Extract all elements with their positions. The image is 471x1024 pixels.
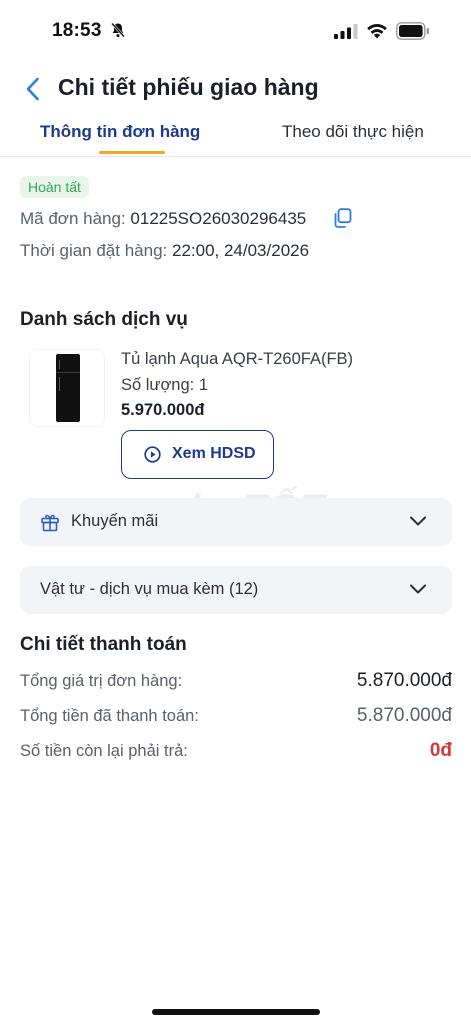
payment-section-title: Chi tiết thanh toán: [20, 634, 187, 655]
product-image: [29, 349, 105, 427]
payment-amount: 5.870.000đ: [356, 705, 452, 726]
fridge-illustration: [56, 354, 80, 422]
supplies-accordion[interactable]: Vật tư - dịch vụ mua kèm (12): [20, 566, 452, 614]
payment-label: Tổng giá trị đơn hàng:: [20, 672, 183, 690]
promotions-accordion[interactable]: Khuyến mãi: [20, 498, 452, 546]
order-code-value: 01225SO26030296435: [130, 209, 307, 228]
copy-icon[interactable]: [332, 208, 352, 229]
play-circle-icon: [144, 446, 161, 463]
promotions-label: Khuyến mãi: [71, 512, 159, 530]
wifi-icon: [367, 24, 387, 39]
order-time-row: Thời gian đặt hàng: 22:00, 24/03/2026: [20, 241, 309, 261]
product-quantity: Số lượng: 1: [121, 376, 208, 394]
order-code-row: Mã đơn hàng: 01225SO26030296435: [20, 209, 306, 229]
status-time: 18:53: [52, 20, 102, 41]
product-price: 5.970.000đ: [121, 401, 205, 419]
page-title: Chi tiết phiếu giao hàng: [58, 74, 319, 100]
gift-icon: [41, 514, 59, 532]
view-manual-label: Xem HDSD: [172, 445, 256, 462]
payment-row-total: Tổng giá trị đơn hàng: 5.870.000đ: [20, 670, 452, 691]
payment-row-paid: Tổng tiền đã thanh toán: 5.870.000đ: [20, 705, 452, 726]
payment-amount-due: 0đ: [429, 740, 452, 761]
order-time-label: Thời gian đặt hàng:: [20, 241, 168, 260]
bell-muted-icon: [111, 22, 125, 38]
status-badge: Hoàn tất: [20, 176, 89, 198]
payment-amount: 5.870.000đ: [356, 670, 452, 691]
tab-divider: [0, 156, 471, 157]
order-code-label: Mã đơn hàng:: [20, 209, 126, 228]
view-manual-button[interactable]: Xem HDSD: [121, 430, 274, 479]
chevron-down-icon: [410, 516, 426, 526]
tab-order-info[interactable]: Thông tin đơn hàng: [40, 122, 200, 142]
payment-row-remaining: Số tiền còn lại phải trả: 0đ: [20, 740, 452, 761]
status-bar: 18:53: [0, 0, 471, 60]
order-time-value: 22:00, 24/03/2026: [171, 241, 310, 260]
chevron-left-icon[interactable]: [22, 76, 46, 102]
chevron-down-icon: [410, 584, 426, 594]
signal-icon: [334, 24, 358, 39]
supplies-label: Vật tư - dịch vụ mua kèm (12): [40, 580, 259, 598]
services-section-title: Danh sách dịch vụ: [20, 309, 188, 330]
payment-label: Tổng tiền đã thanh toán:: [20, 707, 199, 725]
tab-tracking[interactable]: Theo dõi thực hiện: [282, 122, 424, 142]
active-tab-indicator: [99, 151, 165, 154]
payment-label: Số tiền còn lại phải trả:: [20, 742, 188, 760]
home-indicator[interactable]: [152, 1009, 320, 1015]
battery-icon: [396, 22, 429, 40]
product-name: Tủ lạnh Aqua AQR-T260FA(FB): [121, 350, 354, 368]
